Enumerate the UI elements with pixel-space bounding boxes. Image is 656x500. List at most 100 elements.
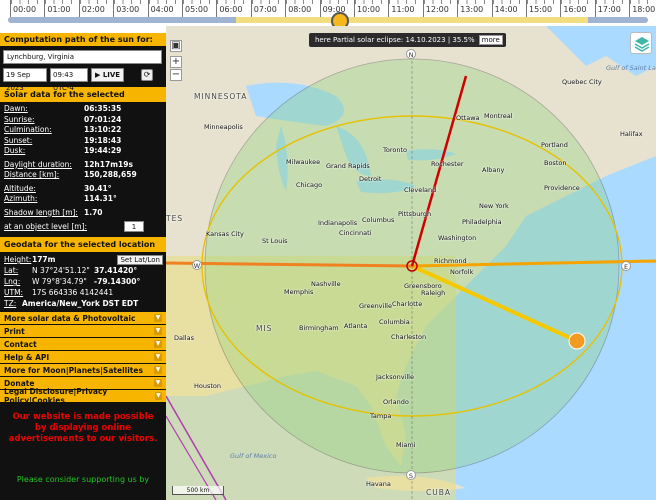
solar-row-dawn[interactable]: Dawn: 06:35:35 bbox=[0, 104, 166, 115]
hour-tick: 05:00 bbox=[182, 0, 218, 18]
label-providence: Providence bbox=[544, 184, 580, 192]
label-grand-rapids: Grand Rapids bbox=[326, 162, 370, 170]
solar-row-sunset[interactable]: Sunset: 19:18:43 bbox=[0, 136, 166, 147]
label-detroit: Detroit bbox=[359, 175, 382, 183]
solar-row-azimuth: Azimuth: 114.31° bbox=[4, 194, 117, 203]
geo-header: Geodata for the selected location bbox=[0, 237, 166, 252]
utm-row: UTM: 17S 664336 4142441 bbox=[4, 288, 114, 297]
eclipse-banner: here Partial solar eclipse: 14.10.2023 |… bbox=[309, 33, 506, 47]
day-track[interactable] bbox=[8, 17, 648, 23]
hour-tick: 17:00 bbox=[594, 0, 630, 18]
label-jacksonville: Jacksonville bbox=[376, 373, 414, 381]
consider-message: Please consider supporting us by bbox=[16, 475, 150, 484]
label-kansas-city: Kansas City bbox=[206, 230, 244, 238]
label-columbia: Columbia bbox=[379, 318, 410, 326]
hour-ticks: 00:00 01:00 02:00 03:00 04:00 05:00 06:00 07:00… bbox=[0, 0, 656, 18]
chevron-down-icon: ▼ bbox=[154, 327, 162, 335]
hour-tick: 12:00 bbox=[422, 0, 458, 18]
menu-item-contact[interactable]: Contact ▼ bbox=[0, 338, 166, 350]
label-new-york: New York bbox=[479, 202, 509, 210]
computation-header: Computation path of the sun for: bbox=[0, 33, 166, 46]
chevron-down-icon: ▼ bbox=[154, 340, 162, 348]
label-havana: Havana bbox=[366, 480, 391, 488]
label-cincinnati: Cincinnati bbox=[339, 229, 372, 237]
solar-row-dusk[interactable]: Dusk: 19:44:29 bbox=[0, 146, 166, 157]
hour-tick: 03:00 bbox=[113, 0, 149, 18]
solar-row-daylight: Daylight duration: 12h17m19s bbox=[4, 159, 133, 169]
label-mis: MIS bbox=[256, 324, 273, 333]
menu-item-legal[interactable]: Legal Disclosure|Privacy Policy|Cookies ▼ bbox=[0, 387, 166, 405]
date-time-row: 19 Sep 2023 09:43 UTC-4 ▶ LIVE ⟳ bbox=[3, 68, 163, 92]
menu-item-moon[interactable]: More for Moon|Planets|Satellites ▼ bbox=[0, 364, 166, 376]
hour-tick: 13:00 bbox=[457, 0, 493, 18]
chevron-down-icon: ▼ bbox=[154, 353, 162, 361]
hour-tick: 02:00 bbox=[78, 0, 114, 18]
menu-item-print[interactable]: Print ▼ bbox=[0, 325, 166, 337]
hour-tick: 04:00 bbox=[147, 0, 183, 18]
label-cuba: CUBA bbox=[426, 488, 452, 497]
label-montreal: Montreal bbox=[484, 112, 513, 120]
object-level-input[interactable]: 1 bbox=[124, 221, 144, 232]
tz-row: TZ: America/New_York DST EDT bbox=[4, 299, 139, 308]
hour-tick: 16:00 bbox=[560, 0, 596, 18]
label-nashville: Nashville bbox=[311, 280, 341, 288]
set-lat-lon-button[interactable]: Set Lat/Lon bbox=[117, 254, 163, 265]
map-scale: 500 km bbox=[172, 486, 224, 495]
layers-icon[interactable] bbox=[630, 32, 652, 54]
date-field[interactable]: 19 Sep 2023 bbox=[3, 68, 47, 92]
label-memphis: Memphis bbox=[284, 288, 314, 296]
fullscreen-icon[interactable]: ▣ bbox=[170, 40, 182, 52]
time-slider[interactable]: 00:00 01:00 02:00 03:00 04:00 05:00 06:00 07:00… bbox=[0, 0, 656, 30]
sun-icon[interactable] bbox=[568, 332, 586, 350]
support-message: Our website is made possible by displayi… bbox=[8, 412, 158, 444]
label-orlando: Orlando bbox=[383, 398, 409, 406]
chevron-down-icon: ▼ bbox=[154, 379, 162, 387]
label-portland: Portland bbox=[541, 141, 568, 149]
solar-row-culmination[interactable]: Culmination: 13:10:22 bbox=[0, 125, 166, 136]
hour-tick: 18:00 bbox=[629, 0, 656, 18]
label-milwaukee: Milwaukee bbox=[286, 158, 321, 166]
layers-glyph bbox=[634, 37, 650, 52]
label-atlanta: Atlanta bbox=[344, 322, 368, 330]
eclipse-more-button[interactable]: more bbox=[478, 35, 503, 45]
label-miami: Miami bbox=[396, 441, 416, 449]
label-raleigh: Raleigh bbox=[421, 289, 446, 297]
solar-header: Solar data for the selected location bbox=[0, 87, 166, 114]
label-charleston: Charleston bbox=[391, 333, 427, 341]
chevron-down-icon: ▼ bbox=[154, 314, 162, 322]
live-button[interactable]: ▶ LIVE bbox=[91, 68, 125, 82]
hour-tick: 01:00 bbox=[44, 0, 80, 18]
label-indianapolis: Indianapolis bbox=[318, 219, 358, 227]
label-minnesota: MINNESOTA bbox=[194, 92, 248, 101]
height-row: Height: 177m Set Lat/Lon bbox=[0, 254, 166, 265]
lat-row: Lat: N 37°24'51.12" 37.41420° bbox=[4, 266, 138, 275]
label-dallas: Dallas bbox=[174, 334, 194, 342]
location-input[interactable]: Lynchburg, Virginia bbox=[3, 50, 162, 64]
label-tes: TES bbox=[166, 214, 184, 223]
lng-row: Lng: W 79°8'34.79" -79.14300° bbox=[4, 277, 141, 286]
zoom-in-button[interactable]: + bbox=[170, 56, 182, 68]
object-level-row: at an object level [m]: 1 bbox=[0, 220, 166, 233]
label-ottawa: Ottawa bbox=[456, 114, 480, 122]
time-field[interactable]: 09:43 UTC-4 bbox=[50, 68, 88, 92]
zoom-out-button[interactable]: − bbox=[170, 69, 182, 81]
label-greenville: Greenville bbox=[359, 302, 392, 310]
map-view[interactable]: Ottawa Montreal Quebec City Gulf of Sain… bbox=[166, 26, 656, 500]
label-chicago: Chicago bbox=[296, 181, 323, 189]
chevron-down-icon: ▼ bbox=[154, 392, 162, 400]
hour-tick: 07:00 bbox=[250, 0, 286, 18]
shadow-row: Shadow length [m]: 1.70 bbox=[4, 207, 103, 217]
menu-item-solar-data[interactable]: More solar data & Photovoltaic ▼ bbox=[0, 312, 166, 324]
hour-tick: 08:00 bbox=[285, 0, 321, 18]
menu-item-help[interactable]: Help & API ▼ bbox=[0, 351, 166, 363]
label-albany: Albany bbox=[482, 166, 505, 174]
live-label: LIVE bbox=[102, 71, 121, 79]
refresh-icon[interactable]: ⟳ bbox=[141, 69, 154, 81]
hour-tick: 06:00 bbox=[216, 0, 252, 18]
chevron-down-icon: ▼ bbox=[154, 366, 162, 374]
label-charlotte: Charlotte bbox=[392, 300, 423, 308]
label-gulf-mexico: Gulf of Mexico bbox=[230, 452, 277, 460]
solar-row-sunrise[interactable]: Sunrise: 07:01:24 bbox=[0, 115, 166, 126]
night-segment-right bbox=[588, 17, 648, 23]
solar-row-altitude: Altitude: 30.41° bbox=[4, 183, 112, 193]
